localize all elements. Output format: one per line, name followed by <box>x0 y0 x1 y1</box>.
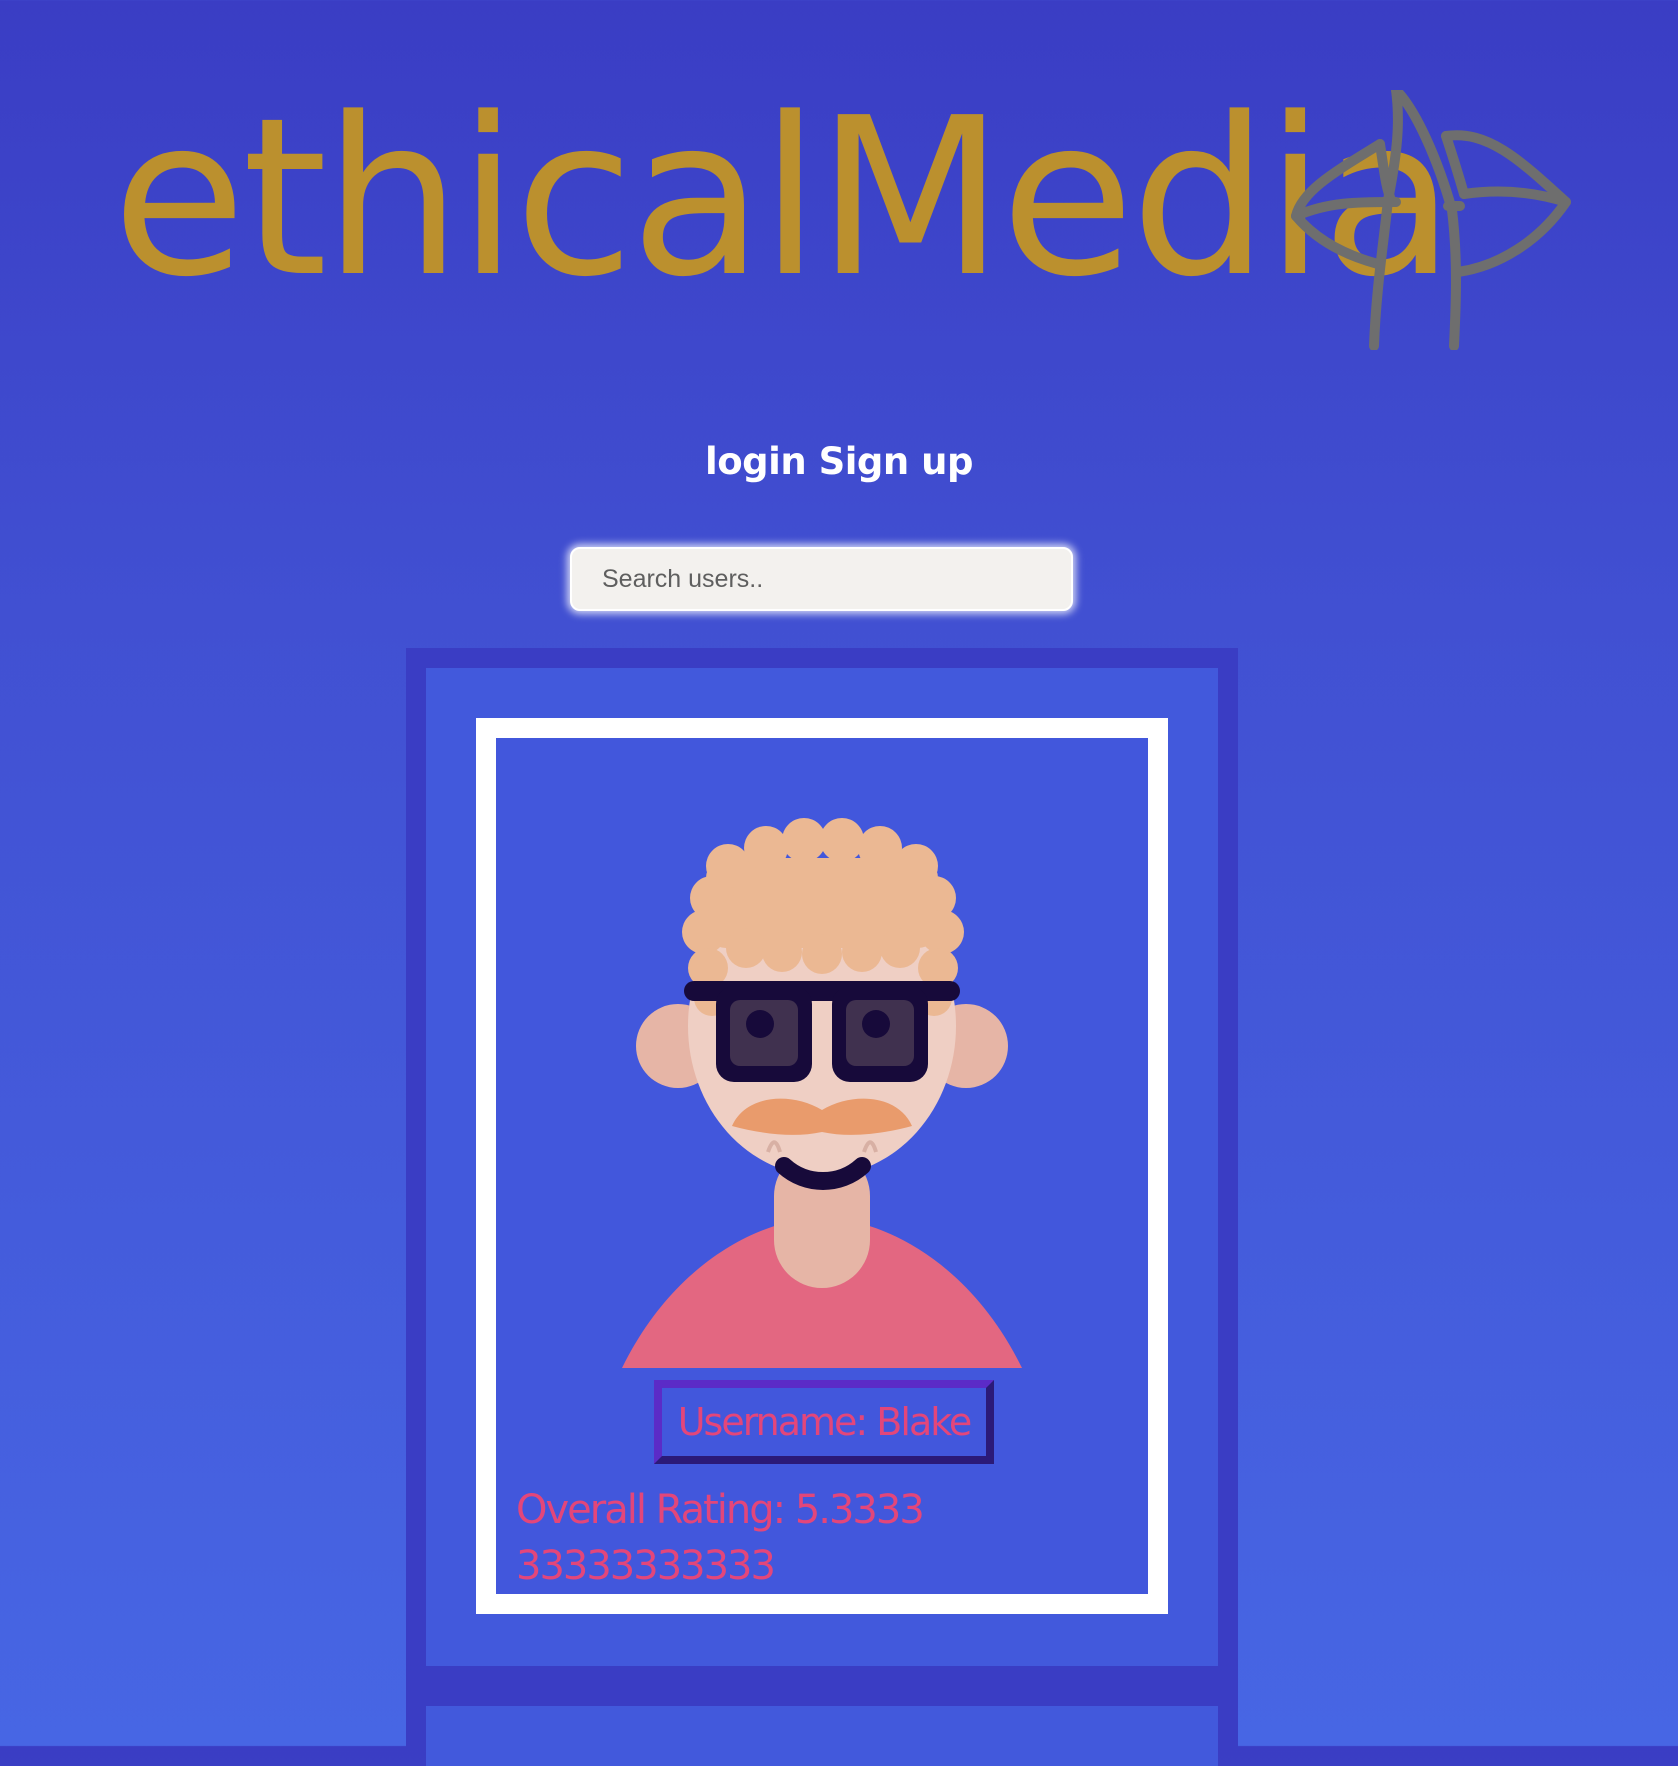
brand-name: ethicalMedia <box>112 72 1455 325</box>
leaf-arrow-logo-icon <box>1291 90 1571 350</box>
user-card[interactable]: Username: Blake Overall Rating: 5.333333… <box>426 668 1218 1666</box>
curly-hair-sunglasses-mustache-avatar-icon <box>622 818 1022 1368</box>
username-label[interactable]: Username: Blake <box>654 1380 994 1464</box>
login-link[interactable]: login <box>705 440 807 483</box>
user-card[interactable] <box>426 1706 1218 1766</box>
brand-header: ethicalMedia <box>112 90 1572 350</box>
search-container <box>570 547 1073 611</box>
signup-link[interactable]: Sign up <box>819 440 974 483</box>
auth-nav: login Sign up <box>0 440 1678 483</box>
profile-frame: Username: Blake Overall Rating: 5.333333… <box>476 718 1168 1614</box>
user-feed[interactable]: Username: Blake Overall Rating: 5.333333… <box>406 648 1238 1766</box>
search-users-input[interactable] <box>570 547 1073 611</box>
overall-rating: Overall Rating: 5.333333333333333 <box>516 1487 925 1589</box>
